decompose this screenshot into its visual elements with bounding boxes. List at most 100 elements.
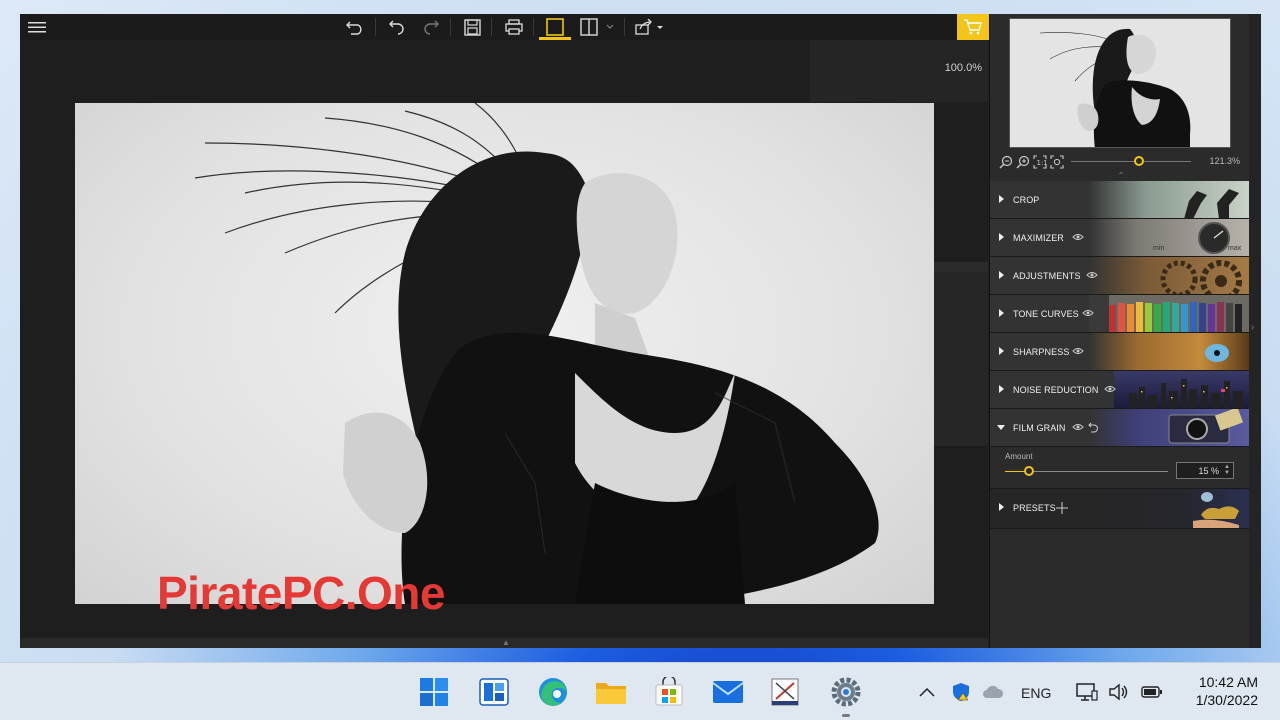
toolbar-divider (491, 18, 492, 36)
navigator-zoom-row: 1:1 121.3% (998, 154, 1250, 170)
expand-arrow-icon (999, 309, 1004, 317)
watermark-text: PiratePC.One (157, 567, 446, 619)
expand-arrow-icon (999, 385, 1004, 393)
undo-icon[interactable] (384, 14, 410, 40)
edge-icon[interactable] (537, 676, 569, 708)
adjustments-banner-image (1089, 257, 1249, 294)
visibility-eye-icon[interactable] (1072, 232, 1084, 242)
crop-banner-image (1089, 181, 1249, 218)
section-label: NOISE REDUCTION (1013, 385, 1099, 395)
share-icon[interactable] (633, 14, 667, 40)
toolbar-divider (533, 18, 534, 36)
section-label: MAXIMIZER (1013, 233, 1064, 243)
section-film-grain[interactable]: FILM GRAIN (990, 409, 1249, 447)
section-maximizer[interactable]: MAXIMIZER min max (990, 219, 1249, 257)
section-label: ADJUSTMENTS (1013, 271, 1081, 281)
battery-icon[interactable] (1141, 682, 1163, 702)
chevron-right-icon[interactable]: › (1251, 322, 1254, 333)
windows-start-icon[interactable] (418, 676, 450, 708)
mail-icon[interactable] (712, 676, 744, 708)
security-shield-icon[interactable] (950, 682, 972, 702)
redo-icon[interactable] (418, 14, 444, 40)
volume-icon[interactable] (1108, 682, 1130, 702)
section-label: FILM GRAIN (1013, 423, 1066, 433)
toolbar-divider (450, 18, 451, 36)
canvas-zoom-label: 100.0% (944, 62, 982, 74)
visibility-eye-icon[interactable] (1086, 270, 1098, 280)
section-adjustments[interactable]: ADJUSTMENTS (990, 257, 1249, 295)
panel-scroll-rail[interactable]: › (1249, 14, 1261, 648)
image-canvas[interactable]: 100.0% PiratePC.One (20, 40, 988, 638)
amount-input[interactable]: 15 % ▲ ▼ (1176, 462, 1234, 479)
amount-label: Amount (1005, 452, 1033, 461)
print-icon[interactable] (501, 14, 527, 40)
expand-arrow-icon (999, 195, 1004, 203)
maximizer-banner-image (1089, 219, 1249, 256)
section-label: SHARPNESS (1013, 347, 1070, 357)
section-tone-curves[interactable]: TONE CURVES (990, 295, 1249, 333)
sharpness-banner-image (1089, 333, 1249, 370)
network-icon[interactable] (1076, 682, 1098, 702)
visibility-eye-icon[interactable] (1072, 346, 1084, 356)
settings-icon[interactable] (830, 676, 862, 708)
collapse-navigator-icon[interactable]: ⌃ (1115, 172, 1127, 180)
tone-curves-banner-image (1089, 295, 1249, 332)
canvas-background-band (934, 262, 988, 272)
visibility-eye-icon[interactable] (1082, 308, 1094, 318)
navigator-zoom-slider-knob[interactable] (1134, 156, 1144, 166)
microsoft-store-icon[interactable] (653, 676, 685, 708)
navigator-zoom-slider[interactable] (1071, 161, 1191, 162)
film-grain-controls: Amount 15 % ▲ ▼ (990, 447, 1249, 489)
top-toolbar (20, 14, 989, 40)
section-crop[interactable]: CROP (990, 181, 1249, 219)
amount-slider-knob[interactable] (1024, 466, 1035, 476)
photo-editor-window: 100.0% PiratePC.One ▲ 1:1 121.3% ⌃ CROP … (20, 14, 1261, 648)
cart-icon[interactable] (957, 14, 989, 40)
fit-to-screen-icon[interactable] (1049, 154, 1065, 170)
expand-arrow-icon (999, 347, 1004, 355)
chevron-up-icon[interactable]: ▲ (500, 638, 512, 648)
canvas-background-band (934, 272, 988, 446)
expand-arrow-icon (999, 271, 1004, 279)
split-view-icon[interactable] (576, 14, 602, 40)
section-label: PRESETS (1013, 503, 1056, 513)
widgets-icon[interactable] (478, 676, 510, 708)
active-app-indicator (842, 714, 850, 717)
chevron-up-icon[interactable] (918, 682, 936, 702)
add-preset-icon[interactable] (1056, 501, 1068, 514)
amount-spinner-icon[interactable]: ▲ ▼ (1224, 464, 1230, 476)
section-sharpness[interactable]: SHARPNESS (990, 333, 1249, 371)
language-indicator[interactable]: ENG (1021, 685, 1051, 701)
windows-taskbar: ENG 10:42 AM 1/30/2022 (0, 662, 1280, 720)
onedrive-cloud-icon[interactable] (981, 682, 1005, 702)
system-clock[interactable]: 10:42 AM 1/30/2022 (1178, 673, 1258, 709)
zoom-out-icon[interactable] (998, 154, 1014, 170)
right-panel: 1:1 121.3% ⌃ CROP MAXIMIZER min max ADJU… (989, 14, 1261, 648)
snipping-icon[interactable] (769, 676, 801, 708)
amount-value: 15 % (1198, 466, 1219, 476)
navigator-zoom-percent: 121.3% (1209, 156, 1240, 166)
presets-banner-image (1089, 489, 1249, 528)
section-noise-reduction[interactable]: NOISE REDUCTION (990, 371, 1249, 409)
toolbar-divider (624, 18, 625, 36)
clock-time: 10:42 AM (1198, 674, 1258, 690)
zoom-in-icon[interactable] (1015, 154, 1031, 170)
toolbar-divider (375, 18, 376, 36)
undo-history-icon[interactable] (342, 14, 368, 40)
edited-photo (75, 103, 934, 604)
visibility-eye-icon[interactable] (1072, 422, 1084, 432)
navigator-preview[interactable] (1009, 18, 1231, 148)
clock-date: 1/30/2022 (1195, 692, 1258, 708)
visibility-eye-icon[interactable] (1104, 384, 1116, 394)
reset-icon[interactable] (1087, 421, 1099, 433)
file-explorer-icon[interactable] (595, 676, 627, 708)
expand-arrow-icon (999, 503, 1004, 511)
chevron-down-icon[interactable] (602, 14, 618, 40)
maximizer-min-label: min (1153, 245, 1165, 252)
section-presets[interactable]: PRESETS (990, 489, 1249, 529)
expand-arrow-icon (999, 233, 1004, 241)
save-icon[interactable] (459, 14, 485, 40)
menu-icon[interactable] (24, 14, 50, 40)
actual-size-icon[interactable]: 1:1 (1032, 154, 1048, 170)
adjustment-sections: CROP MAXIMIZER min max ADJUSTMENTS TONE … (990, 181, 1249, 529)
